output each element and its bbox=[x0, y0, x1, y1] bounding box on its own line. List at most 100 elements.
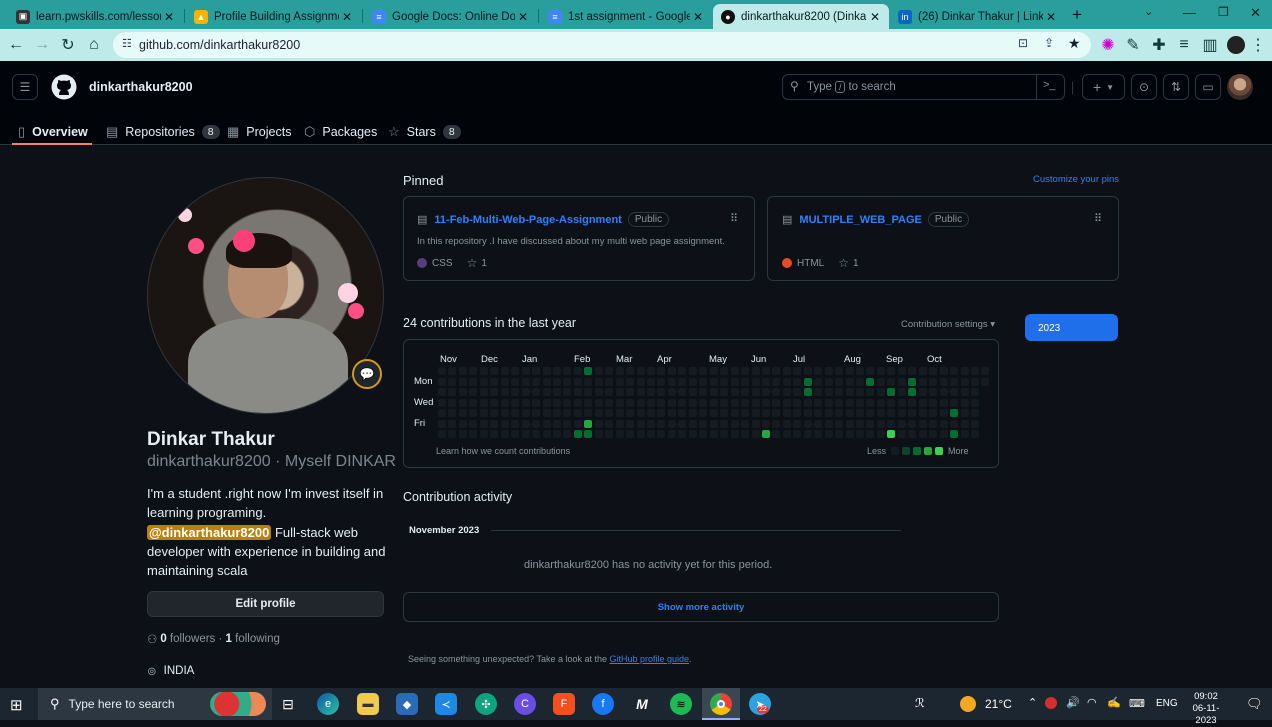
contribution-day-cell[interactable] bbox=[856, 377, 864, 386]
contribution-day-cell[interactable] bbox=[761, 388, 770, 396]
contribution-day-cell[interactable] bbox=[667, 388, 676, 396]
contribution-day-cell[interactable] bbox=[469, 430, 478, 438]
contribution-day-cell[interactable] bbox=[688, 419, 697, 428]
pen-icon[interactable]: ✍ bbox=[1107, 696, 1121, 709]
contribution-day-cell[interactable] bbox=[845, 430, 854, 438]
new-tab-plus-icon[interactable]: + bbox=[1072, 5, 1082, 25]
contribution-day-cell[interactable] bbox=[824, 419, 833, 428]
contribution-day-cell[interactable] bbox=[824, 409, 833, 417]
contribution-day-cell[interactable] bbox=[647, 388, 655, 396]
contribution-day-cell[interactable] bbox=[688, 398, 697, 407]
contribution-day-cell[interactable] bbox=[835, 409, 844, 417]
contribution-day-cell[interactable] bbox=[448, 388, 457, 396]
contribution-day-cell[interactable] bbox=[688, 430, 697, 438]
contribution-day-cell[interactable] bbox=[793, 367, 802, 375]
tab-search-chevron-icon[interactable]: ⌄ bbox=[1144, 5, 1153, 18]
contribution-day-cell[interactable] bbox=[500, 367, 509, 375]
contribution-day-cell[interactable] bbox=[929, 419, 938, 428]
contribution-day-cell[interactable] bbox=[856, 398, 864, 407]
contribution-day-cell[interactable] bbox=[511, 377, 520, 386]
contribution-day-cell[interactable] bbox=[657, 367, 666, 375]
contribution-day-cell[interactable] bbox=[490, 419, 499, 428]
contribution-day-cell[interactable] bbox=[741, 388, 750, 396]
contribution-day-cell[interactable] bbox=[950, 388, 959, 396]
contribution-day-cell[interactable] bbox=[835, 430, 844, 438]
windows-start-icon[interactable]: ⊞ bbox=[10, 696, 23, 714]
contribution-day-cell[interactable] bbox=[803, 398, 812, 407]
contribution-day-cell[interactable] bbox=[845, 409, 854, 417]
contribution-day-cell[interactable] bbox=[594, 377, 603, 386]
contribution-day-cell[interactable] bbox=[761, 398, 770, 407]
contribution-day-cell[interactable] bbox=[552, 430, 561, 438]
profile-avatar-large[interactable] bbox=[147, 177, 384, 414]
contribution-day-cell[interactable] bbox=[876, 409, 885, 417]
contribution-day-cell[interactable] bbox=[647, 419, 655, 428]
tab-stars[interactable]: ☆ Stars 8 bbox=[388, 119, 461, 145]
contribution-day-cell[interactable] bbox=[594, 419, 603, 428]
contribution-day-cell[interactable] bbox=[908, 409, 917, 417]
contribution-day-cell[interactable] bbox=[761, 367, 770, 375]
contribution-day-cell[interactable] bbox=[918, 398, 927, 407]
contribution-day-cell[interactable] bbox=[981, 377, 990, 386]
contribution-day-cell[interactable] bbox=[615, 377, 624, 386]
contribution-day-cell[interactable] bbox=[626, 419, 635, 428]
contribution-day-cell[interactable] bbox=[929, 409, 938, 417]
contribution-day-cell[interactable] bbox=[667, 419, 676, 428]
contribution-day-cell[interactable] bbox=[542, 377, 551, 386]
contribution-day-cell[interactable] bbox=[521, 430, 530, 438]
contribution-day-cell[interactable] bbox=[458, 419, 467, 428]
edit-profile-button[interactable]: Edit profile bbox=[147, 591, 384, 617]
browser-tab[interactable]: ≡ 1st assignment - Google Doc ✕ bbox=[540, 4, 712, 29]
contribution-day-cell[interactable] bbox=[584, 388, 593, 396]
contribution-day-cell[interactable] bbox=[720, 377, 729, 386]
contribution-day-cell[interactable] bbox=[835, 398, 844, 407]
contribution-day-cell[interactable] bbox=[730, 398, 739, 407]
contribution-day-cell[interactable] bbox=[709, 409, 718, 417]
contribution-day-cell[interactable] bbox=[521, 388, 530, 396]
contribution-day-cell[interactable] bbox=[647, 398, 655, 407]
contribution-day-cell[interactable] bbox=[918, 419, 927, 428]
contribution-day-cell[interactable] bbox=[772, 419, 781, 428]
contribution-day-cell[interactable] bbox=[856, 409, 864, 417]
contribution-day-cell[interactable] bbox=[532, 430, 541, 438]
color-extension-icon[interactable]: ✺ bbox=[1098, 35, 1118, 55]
contribution-day-cell[interactable] bbox=[636, 398, 645, 407]
contribution-day-cell[interactable] bbox=[521, 398, 530, 407]
contribution-day-cell[interactable] bbox=[563, 367, 572, 375]
contribution-day-cell[interactable] bbox=[699, 419, 708, 428]
contribution-day-cell[interactable] bbox=[908, 388, 917, 396]
contribution-day-cell[interactable] bbox=[887, 377, 896, 386]
browser-menu-icon[interactable]: ⋮ bbox=[1248, 35, 1268, 55]
contribution-day-cell[interactable] bbox=[605, 398, 614, 407]
contribution-day-cell[interactable] bbox=[699, 398, 708, 407]
contribution-day-cell[interactable] bbox=[448, 430, 457, 438]
contribution-day-cell[interactable] bbox=[605, 388, 614, 396]
contribution-day-cell[interactable] bbox=[741, 377, 750, 386]
contribution-day-cell[interactable] bbox=[939, 419, 948, 428]
contribution-day-cell[interactable] bbox=[751, 409, 760, 417]
bio-mention[interactable]: @dinkarthakur8200 bbox=[147, 524, 272, 540]
contribution-day-cell[interactable] bbox=[761, 409, 770, 417]
contribution-day-cell[interactable] bbox=[866, 377, 875, 386]
people-icon[interactable]: ℛ bbox=[915, 696, 925, 710]
contribution-day-cell[interactable] bbox=[720, 398, 729, 407]
contribution-day-cell[interactable] bbox=[678, 398, 687, 407]
show-more-activity-button[interactable]: Show more activity bbox=[403, 592, 999, 622]
contribution-day-cell[interactable] bbox=[970, 388, 979, 396]
contribution-day-cell[interactable] bbox=[803, 419, 812, 428]
restore-icon[interactable]: ❐ bbox=[1218, 5, 1229, 19]
contribution-day-cell[interactable] bbox=[573, 388, 582, 396]
contribution-day-cell[interactable] bbox=[814, 419, 823, 428]
contribution-day-cell[interactable] bbox=[730, 377, 739, 386]
weather-sun-icon[interactable] bbox=[960, 696, 976, 712]
contribution-day-cell[interactable] bbox=[856, 419, 864, 428]
taskbar-search-box[interactable]: ⚲ Type here to search bbox=[38, 688, 272, 720]
contribution-day-cell[interactable] bbox=[521, 377, 530, 386]
contribution-day-cell[interactable] bbox=[542, 419, 551, 428]
contribution-day-cell[interactable] bbox=[772, 409, 781, 417]
tab-packages[interactable]: ⬡ Packages bbox=[304, 119, 377, 145]
contribution-day-cell[interactable] bbox=[500, 409, 509, 417]
contribution-day-cell[interactable] bbox=[720, 388, 729, 396]
contribution-day-cell[interactable] bbox=[960, 419, 969, 428]
contribution-day-cell[interactable] bbox=[636, 409, 645, 417]
